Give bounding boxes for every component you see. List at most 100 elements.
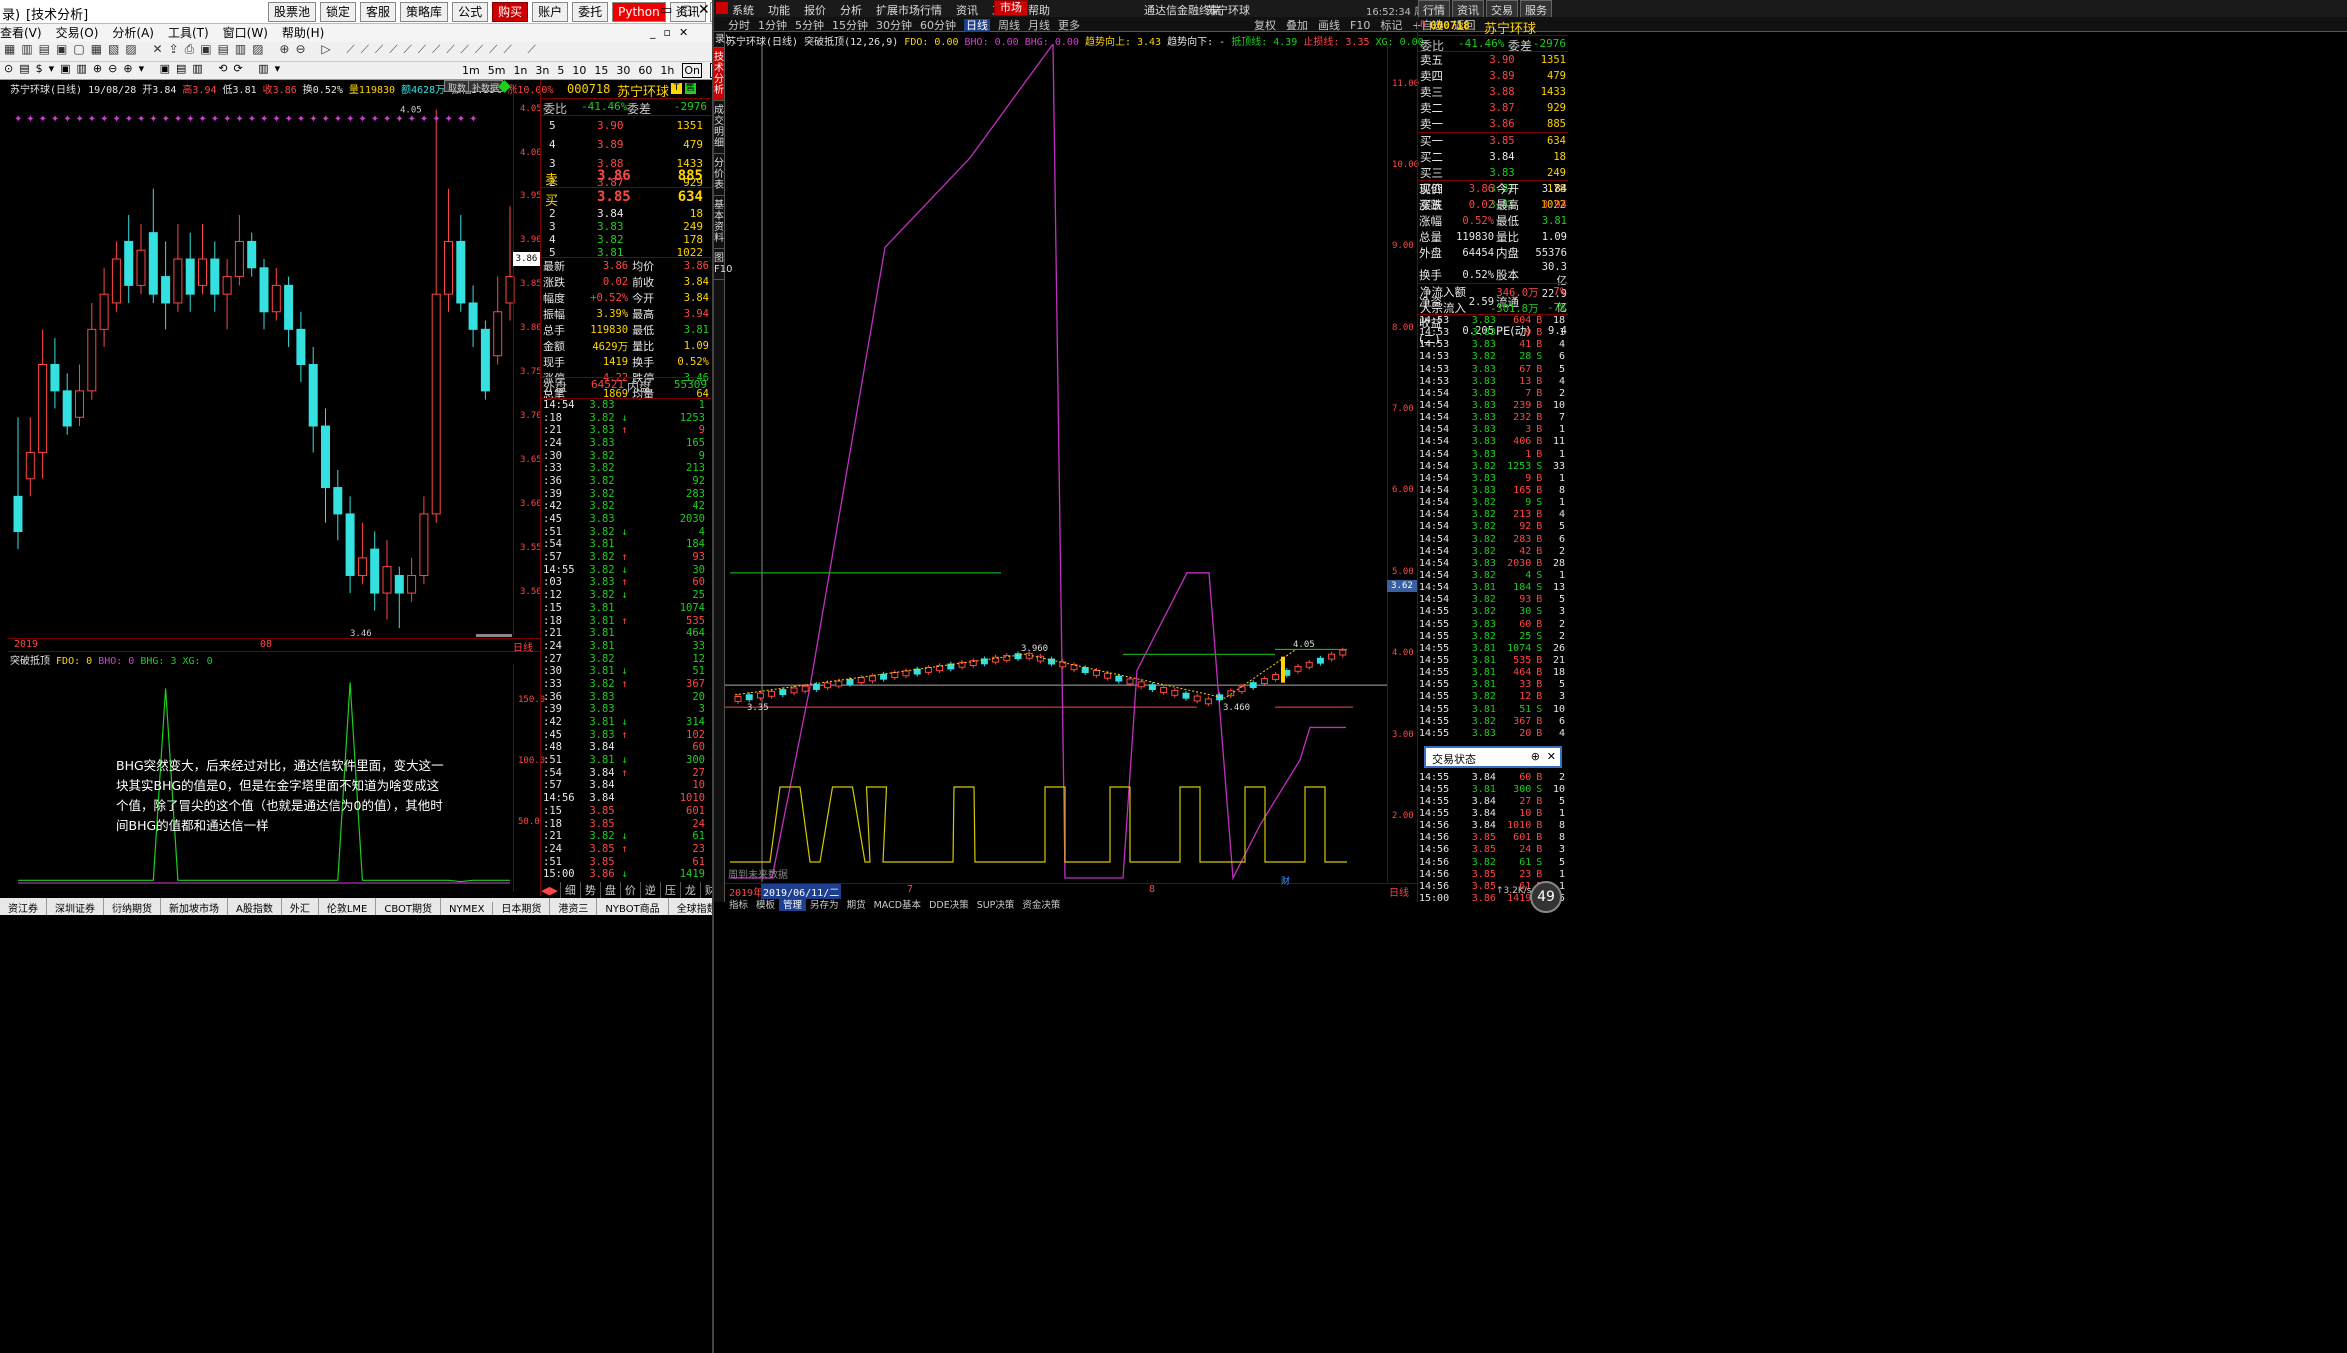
period-6[interactable]: 15	[594, 64, 608, 77]
r-bottom-tab-8[interactable]: 资金决策	[1018, 897, 1064, 911]
period-2[interactable]: 1n	[513, 64, 527, 77]
market-button[interactable]: 市场	[994, 0, 1028, 16]
r-bottom-tab-4[interactable]: 期货	[843, 897, 870, 911]
side-tab-4[interactable]: 图F10	[714, 249, 732, 280]
r-bottom-tab-5[interactable]: MACD基本	[870, 897, 925, 911]
quote-tab-1[interactable]: 势	[579, 882, 600, 898]
bottom-tab-2[interactable]: 衍纳期货	[104, 898, 161, 915]
period-7[interactable]: 30	[616, 64, 630, 77]
quote-tab-3[interactable]: 价	[619, 882, 640, 898]
r-period-5[interactable]: 60分钟	[920, 19, 956, 32]
top-button-5[interactable]: 购买	[492, 2, 529, 22]
r-bottom-tab-1[interactable]: 模板	[752, 897, 779, 911]
period-0[interactable]: 1m	[462, 64, 480, 77]
r-tool-1[interactable]: 叠加	[1286, 19, 1308, 32]
side-tab-1[interactable]: 成交明细	[714, 101, 724, 154]
quote-tab-6[interactable]: 龙	[679, 882, 700, 898]
period-3[interactable]: 3n	[535, 64, 549, 77]
rq-tick-n: 1	[1558, 448, 1565, 460]
bottom-tab-3[interactable]: 新加坡市场	[161, 898, 228, 915]
scroll-indicator[interactable]	[476, 634, 512, 637]
side-tab-2[interactable]: 分价表	[714, 154, 724, 196]
minimize-icon[interactable]: ▭	[660, 3, 672, 18]
fin-icon[interactable]: 财	[1281, 874, 1290, 887]
top-button-7[interactable]: 委托	[572, 2, 609, 22]
r-bottom-tab-6[interactable]: DDE决策	[925, 897, 973, 911]
r-menu-1[interactable]: 功能	[768, 4, 790, 17]
trade-status-popup[interactable]: 交易状态 ⊕ ✕	[1424, 746, 1562, 768]
bottom-tab-1[interactable]: 深圳证券	[47, 898, 104, 915]
r-period-0[interactable]: 分时	[728, 19, 750, 32]
top-button-1[interactable]: 锁定	[320, 2, 357, 22]
t-badge[interactable]: T	[671, 83, 682, 94]
r-bottom-tab-3[interactable]: 另存为	[806, 897, 843, 911]
bottom-tab-12[interactable]: 全球指数	[669, 898, 712, 915]
r-bottom-tab-0[interactable]: 指标	[725, 897, 752, 911]
menu-5[interactable]: 帮助(H)	[282, 26, 324, 40]
r-period-6[interactable]: 日线	[964, 19, 990, 32]
r-menu-0[interactable]: 系统	[732, 4, 754, 17]
bottom-tab-0[interactable]: 资江券	[0, 898, 47, 915]
quote-tab-0[interactable]: 细	[559, 882, 580, 898]
quote-tab-7[interactable]: 财	[699, 882, 712, 898]
restore-icon[interactable]: ▢	[680, 3, 692, 18]
tick-v: 601	[686, 804, 705, 817]
close-icon[interactable]: ✕	[698, 2, 710, 18]
r-menu-2[interactable]: 报价	[804, 4, 826, 17]
top-button-2[interactable]: 客服	[360, 2, 397, 22]
period-9[interactable]: 1h	[660, 64, 674, 77]
r-bottom-tab-7[interactable]: SUP决策	[973, 897, 1019, 911]
pin-icon[interactable]: ⊕	[1531, 750, 1540, 763]
bottom-tab-8[interactable]: NYMEX	[441, 902, 494, 915]
r-menu-7[interactable]: 帮助	[1028, 4, 1050, 17]
quote-tab-4[interactable]: 逆	[639, 882, 660, 898]
menu-0[interactable]: 查看(V)	[0, 26, 42, 40]
period-10[interactable]: On	[682, 63, 703, 78]
r-tool-0[interactable]: 复权	[1254, 19, 1276, 32]
quote-tab-2[interactable]: 盘	[599, 882, 620, 898]
r-bottom-tab-2[interactable]: 管理	[779, 897, 807, 911]
top-button-4[interactable]: 公式	[452, 2, 489, 22]
top-button-3[interactable]: 策略库	[400, 2, 449, 22]
r-period-2[interactable]: 5分钟	[795, 19, 824, 32]
r-tool-4[interactable]: 标记	[1380, 19, 1402, 32]
period-5[interactable]: 10	[572, 64, 586, 77]
bottom-tab-11[interactable]: NYBOT商品	[597, 898, 669, 915]
period-1[interactable]: 5m	[488, 64, 506, 77]
pct-circle[interactable]: 49	[1530, 881, 1562, 913]
r-menu-5[interactable]: 资讯	[956, 4, 978, 17]
r-period-3[interactable]: 15分钟	[832, 19, 868, 32]
sell-badge[interactable]: 售	[685, 83, 696, 94]
rq-tick-d: B	[1536, 363, 1543, 375]
bottom-tab-10[interactable]: 港资三	[550, 898, 598, 915]
popup-close-icon[interactable]: ✕	[1547, 750, 1556, 763]
top-button-0[interactable]: 股票池	[268, 2, 317, 22]
r-period-4[interactable]: 30分钟	[876, 19, 912, 32]
bottom-tab-9[interactable]: 日本期货	[493, 898, 551, 915]
r-menu-3[interactable]: 分析	[840, 4, 862, 17]
r-period-9[interactable]: 更多	[1058, 19, 1080, 32]
menu-3[interactable]: 工具(T)	[168, 26, 209, 40]
bottom-tab-7[interactable]: CBOT期货	[376, 898, 442, 915]
r-menu-4[interactable]: 扩展市场行情	[876, 4, 942, 17]
menu-4[interactable]: 窗口(W)	[223, 26, 268, 40]
bottom-tab-6[interactable]: 伦敦LME	[319, 898, 377, 915]
menu-1[interactable]: 交易(O)	[56, 26, 99, 40]
r-period-1[interactable]: 1分钟	[758, 19, 787, 32]
top-button-6[interactable]: 账户	[532, 2, 569, 22]
top-button-8[interactable]: Python	[612, 2, 666, 22]
menu-2[interactable]: 分析(A)	[112, 26, 154, 40]
r-tool-2[interactable]: 画线	[1318, 19, 1340, 32]
r-period-7[interactable]: 周线	[998, 19, 1020, 32]
tab-arrows-icon[interactable]: ◀▶	[541, 884, 558, 897]
r-tool-3[interactable]: F10	[1350, 19, 1370, 32]
fetch-button[interactable]: 取数	[444, 80, 471, 94]
side-tab-3[interactable]: 基本资料	[714, 196, 724, 249]
side-tab-0[interactable]: 技术分析	[714, 48, 724, 101]
bottom-tab-4[interactable]: A股指数	[228, 898, 282, 915]
r-period-8[interactable]: 月线	[1028, 19, 1050, 32]
bottom-tab-5[interactable]: 外汇	[282, 898, 319, 915]
period-4[interactable]: 5	[557, 64, 564, 77]
period-8[interactable]: 60	[638, 64, 652, 77]
quote-tab-5[interactable]: 压	[659, 882, 680, 898]
